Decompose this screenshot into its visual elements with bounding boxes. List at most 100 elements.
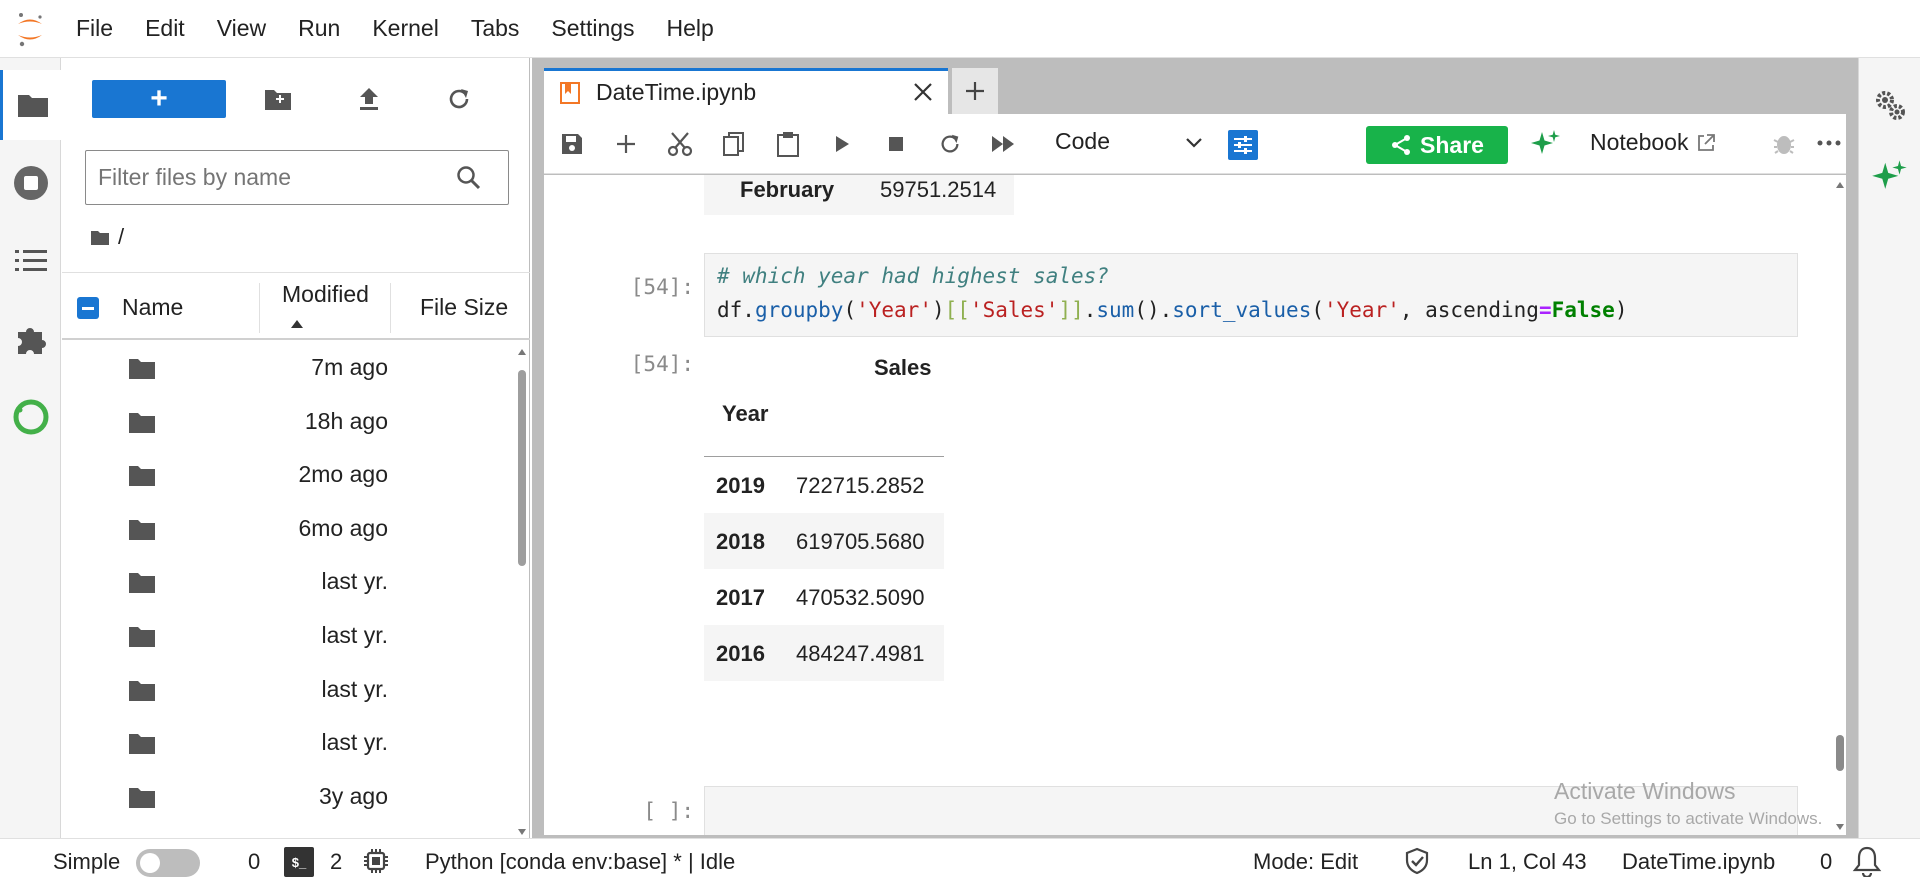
list-item[interactable]: last yr.: [62, 717, 514, 771]
insert-cell-button[interactable]: [608, 126, 644, 162]
file-list: 7m ago 18h ago 2mo ago 6mo ago last yr. …: [62, 342, 514, 838]
menu-file[interactable]: File: [60, 15, 129, 42]
share-button[interactable]: Share: [1366, 126, 1508, 164]
table-of-contents-tab[interactable]: [0, 226, 61, 296]
upload-button[interactable]: [349, 80, 389, 118]
folder-icon: [129, 734, 155, 755]
menu-tabs[interactable]: Tabs: [455, 15, 536, 42]
column-name-header[interactable]: Name: [122, 294, 183, 321]
notifications-count[interactable]: 0: [1820, 849, 1832, 875]
refresh-button[interactable]: [439, 80, 479, 118]
menu-help[interactable]: Help: [651, 15, 730, 42]
row-sales: 470532.5090: [796, 585, 925, 610]
file-modified: last yr.: [321, 621, 388, 648]
ai-assistant-button[interactable]: [1530, 128, 1562, 165]
run-all-button[interactable]: [986, 126, 1022, 162]
filter-files-input[interactable]: [86, 151, 436, 204]
output-prompt: [54]:: [630, 352, 694, 376]
menu-kernel[interactable]: Kernel: [356, 15, 454, 42]
row-year: 2016: [716, 641, 765, 666]
paste-button[interactable]: [770, 126, 806, 162]
running-sessions-tab[interactable]: [0, 148, 61, 218]
trusted-shield-icon[interactable]: [1404, 847, 1430, 880]
jupyter-logo-icon[interactable]: [0, 0, 60, 58]
folder-icon: [129, 626, 155, 647]
status-bar: Simple 0 $_ 2 Python [conda env:base] * …: [0, 838, 1920, 883]
list-item[interactable]: 3y ago: [62, 771, 514, 825]
kernel-status[interactable]: Python [conda env:base] * | Idle: [425, 849, 735, 875]
cell-type-select[interactable]: Code: [1055, 128, 1210, 160]
tab-datetime-notebook[interactable]: DateTime.ipynb: [544, 68, 948, 114]
simple-mode-toggle[interactable]: [136, 849, 200, 877]
menu-edit[interactable]: Edit: [129, 15, 201, 42]
ai-chat-tab[interactable]: [1859, 146, 1920, 208]
scroll-up-icon[interactable]: [1835, 181, 1845, 189]
row-sales: 722715.2852: [796, 473, 925, 498]
row-sales: 484247.4981: [796, 641, 925, 666]
notebook-scrollbar[interactable]: [1834, 175, 1846, 835]
list-item[interactable]: last yr.: [62, 664, 514, 718]
more-options-button[interactable]: [1816, 130, 1842, 161]
list-item[interactable]: 7m ago: [62, 342, 514, 396]
extension-manager-tab[interactable]: [0, 304, 61, 374]
settings-sliders-icon: [1234, 136, 1252, 154]
property-inspector-tab[interactable]: [1859, 74, 1920, 136]
close-icon[interactable]: [912, 81, 934, 103]
open-in-notebook-button[interactable]: Notebook: [1590, 129, 1716, 156]
folder-icon: [17, 95, 48, 117]
menu-settings[interactable]: Settings: [535, 15, 650, 42]
column-divider[interactable]: [259, 283, 260, 333]
scroll-down-icon[interactable]: [517, 828, 527, 836]
watermark-title: Activate Windows: [1554, 778, 1736, 804]
terminals-count[interactable]: 0: [248, 849, 260, 875]
scrollbar-thumb[interactable]: [518, 370, 526, 566]
notification-bell-icon[interactable]: [1852, 845, 1882, 882]
list-item[interactable]: 18h ago: [62, 396, 514, 450]
tab-bar: DateTime.ipynb: [532, 58, 1858, 114]
terminal-icon[interactable]: $_: [284, 847, 314, 877]
file-list-scrollbar[interactable]: [514, 348, 530, 838]
cpu-chip-icon[interactable]: [362, 847, 390, 880]
column-modified-header[interactable]: Modified: [282, 281, 369, 308]
scroll-down-icon[interactable]: [1835, 823, 1845, 831]
folder-icon: [129, 359, 155, 379]
new-launcher-button[interactable]: +: [92, 80, 226, 118]
conda-env-tab[interactable]: [0, 382, 61, 452]
scroll-up-icon[interactable]: [517, 348, 527, 356]
sparkle-icon: [1531, 130, 1560, 154]
filter-files-field[interactable]: [85, 150, 509, 205]
cursor-position[interactable]: Ln 1, Col 43: [1468, 849, 1587, 875]
restart-kernel-button[interactable]: [932, 126, 968, 162]
new-folder-button[interactable]: [258, 80, 298, 118]
save-button[interactable]: [554, 126, 590, 162]
column-divider[interactable]: [390, 283, 391, 333]
kernels-count[interactable]: 2: [330, 849, 342, 875]
menu-run[interactable]: Run: [282, 15, 356, 42]
file-list-header: Name Modified File Size: [62, 272, 530, 340]
interrupt-kernel-button[interactable]: [878, 126, 914, 162]
list-item[interactable]: last yr.: [62, 610, 514, 664]
table-row: 2019 722715.2852: [704, 457, 944, 513]
tab-title: DateTime.ipynb: [596, 79, 757, 105]
new-tab-button[interactable]: [952, 68, 998, 114]
file-modified: 2mo ago: [298, 461, 388, 488]
list-item[interactable]: 2mo ago: [62, 449, 514, 503]
table-row: 2018 619705.5680: [704, 513, 944, 569]
cut-button[interactable]: [662, 126, 698, 162]
upload-icon: [360, 88, 378, 110]
scrollbar-thumb[interactable]: [1836, 735, 1844, 771]
breadcrumb-root[interactable]: /: [118, 224, 124, 250]
column-size-header[interactable]: File Size: [420, 294, 508, 321]
select-all-checkbox[interactable]: [77, 297, 99, 319]
folder-icon[interactable]: [90, 229, 110, 246]
list-item[interactable]: 6mo ago: [62, 503, 514, 557]
folder-icon: [129, 573, 155, 594]
kernel-status-button[interactable]: [1772, 130, 1796, 161]
property-inspector-button[interactable]: [1228, 130, 1258, 160]
file-browser-tab[interactable]: [0, 70, 62, 140]
run-cell-button[interactable]: [824, 126, 860, 162]
code-cell-editor[interactable]: # which year had highest sales? df.group…: [704, 253, 1798, 337]
menu-view[interactable]: View: [201, 15, 282, 42]
list-item[interactable]: last yr.: [62, 556, 514, 610]
copy-button[interactable]: [716, 126, 752, 162]
